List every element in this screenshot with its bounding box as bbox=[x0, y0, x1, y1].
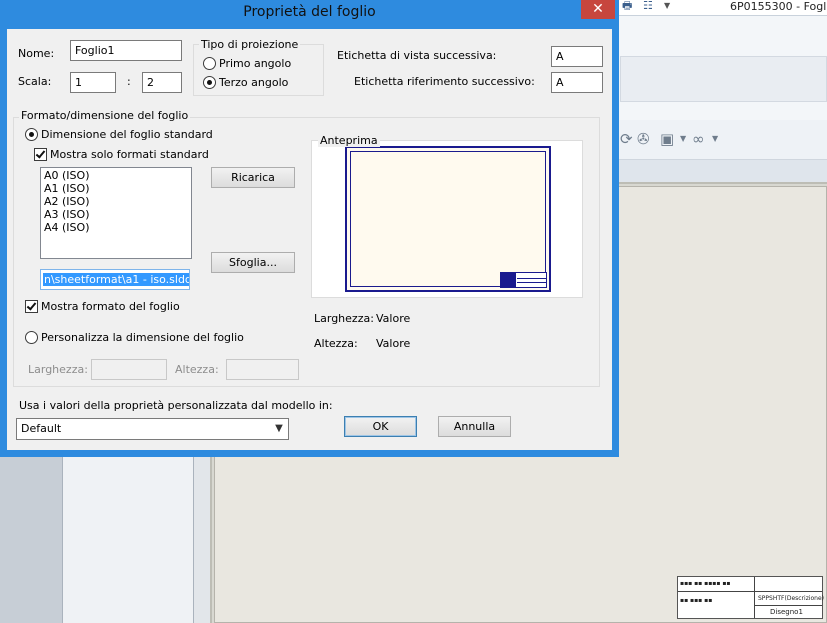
title-block-fields-2: ▪▪ ▪▪▪ ▪▪ bbox=[680, 597, 713, 604]
chevron-down-icon: ▼ bbox=[275, 423, 283, 434]
title-block-drawing-name: Disegno1 bbox=[770, 608, 803, 616]
sheet-format-group-title: Formato/dimensione del foglio bbox=[19, 109, 191, 122]
preview-width-label: Larghezza: bbox=[314, 312, 374, 325]
hide-show-dropdown-icon[interactable]: ▼ bbox=[712, 131, 718, 147]
standard-size-label[interactable]: Dimensione del foglio standard bbox=[41, 128, 213, 142]
options-icon[interactable]: ☷ bbox=[643, 0, 655, 12]
standard-only-checkbox[interactable] bbox=[34, 148, 47, 161]
custom-size-radio[interactable] bbox=[25, 331, 38, 344]
close-icon: ✕ bbox=[592, 1, 604, 17]
scale-label: Scala: bbox=[18, 75, 52, 88]
reload-button[interactable]: Ricarica bbox=[211, 167, 295, 188]
preview-width-value: Valore bbox=[376, 312, 411, 325]
drawing-title-block: ▪▪▪ ▪▪ ▪▪▪▪ ▪▪ ▪▪ ▪▪▪ ▪▪ SPPSHTF(Descriz… bbox=[677, 576, 825, 619]
custom-properties-select[interactable]: Default ▼ bbox=[16, 418, 289, 440]
list-item[interactable]: A4 (ISO) bbox=[44, 221, 188, 234]
scale-separator: : bbox=[127, 75, 131, 88]
preview-box bbox=[311, 140, 583, 298]
custom-properties-label: Usa i valori della proprietà personalizz… bbox=[19, 399, 333, 412]
custom-width-label: Larghezza: bbox=[28, 363, 88, 376]
list-item[interactable]: A0 (ISO) bbox=[44, 169, 188, 182]
projection-group-title: Tipo di proiezione bbox=[199, 38, 301, 51]
next-reference-label: Etichetta riferimento successivo: bbox=[354, 75, 535, 88]
name-label: Nome: bbox=[18, 47, 55, 60]
sheet-properties-dialog: Proprietà del foglio ✕ Nome: Foglio1 Sca… bbox=[0, 0, 619, 457]
browse-button[interactable]: Sfoglia... bbox=[211, 252, 295, 273]
cancel-button[interactable]: Annulla bbox=[438, 416, 511, 437]
first-angle-radio[interactable] bbox=[203, 57, 216, 70]
feature-tree-pane bbox=[62, 457, 194, 623]
show-format-label[interactable]: Mostra formato del foglio bbox=[41, 300, 180, 314]
first-angle-label[interactable]: Primo angolo bbox=[219, 57, 291, 71]
dialog-title: Proprietà del foglio bbox=[243, 4, 376, 20]
qa-dropdown-icon[interactable]: ▼ bbox=[664, 0, 676, 12]
custom-properties-value: Default bbox=[21, 422, 62, 435]
close-button[interactable]: ✕ bbox=[581, 0, 615, 19]
dialog-body: Nome: Foglio1 Scala: 1 : 2 Tipo di proie… bbox=[7, 29, 612, 450]
show-format-checkbox[interactable] bbox=[25, 300, 38, 313]
preview-height-value: Valore bbox=[376, 337, 411, 350]
title-block-fields: ▪▪▪ ▪▪ ▪▪▪▪ ▪▪ bbox=[680, 580, 731, 587]
next-reference-field[interactable]: A bbox=[551, 72, 603, 93]
print-icon[interactable]: 🖶 bbox=[622, 0, 634, 12]
format-path-text: n\sheetformat\a1 - iso.slddrt bbox=[43, 273, 189, 286]
preview-title-block bbox=[500, 272, 547, 288]
preview-height-label: Altezza: bbox=[314, 337, 358, 350]
standard-size-radio[interactable] bbox=[25, 128, 38, 141]
preview-sheet bbox=[345, 146, 551, 292]
custom-height-field[interactable] bbox=[226, 359, 299, 380]
display-style-dropdown-icon[interactable]: ▼ bbox=[680, 131, 686, 147]
scale-denominator-field[interactable]: 2 bbox=[142, 72, 182, 93]
list-item[interactable]: A3 (ISO) bbox=[44, 208, 188, 221]
next-view-label: Etichetta di vista successiva: bbox=[337, 49, 497, 62]
third-angle-label[interactable]: Terzo angolo bbox=[219, 76, 288, 90]
custom-height-label: Altezza: bbox=[175, 363, 219, 376]
app-title: 6P0155300 - Foglio1 bbox=[730, 0, 827, 13]
display-style-icon[interactable]: ▣ bbox=[660, 131, 674, 147]
sheet-name-field[interactable]: Foglio1 bbox=[70, 40, 182, 61]
sheet-format-list[interactable]: A0 (ISO) A1 (ISO) A2 (ISO) A3 (ISO) A4 (… bbox=[40, 167, 192, 259]
list-item[interactable]: A2 (ISO) bbox=[44, 195, 188, 208]
title-block-description: SPPSHTF(Descrizione) bbox=[758, 595, 825, 602]
ribbon-panel bbox=[620, 56, 827, 102]
preview-sheet-border bbox=[350, 151, 546, 287]
standard-only-label[interactable]: Mostra solo formati standard bbox=[50, 148, 209, 162]
ok-button[interactable]: OK bbox=[344, 416, 417, 437]
scale-numerator-field[interactable]: 1 bbox=[70, 72, 116, 93]
list-item[interactable]: A1 (ISO) bbox=[44, 182, 188, 195]
task-pane-strip bbox=[0, 457, 62, 623]
rotate-view-icon[interactable]: ⟳ bbox=[620, 131, 633, 147]
format-path-field[interactable]: n\sheetformat\a1 - iso.slddrt bbox=[40, 269, 190, 290]
next-view-field[interactable]: A bbox=[551, 46, 603, 67]
appearance-icon[interactable]: ✇ bbox=[637, 131, 650, 147]
custom-size-label[interactable]: Personalizza la dimensione del foglio bbox=[41, 331, 244, 345]
hide-show-icon[interactable]: ∞ bbox=[692, 131, 705, 147]
preview-title: Anteprima bbox=[318, 134, 380, 147]
custom-width-field[interactable] bbox=[91, 359, 167, 380]
third-angle-radio[interactable] bbox=[203, 76, 216, 89]
